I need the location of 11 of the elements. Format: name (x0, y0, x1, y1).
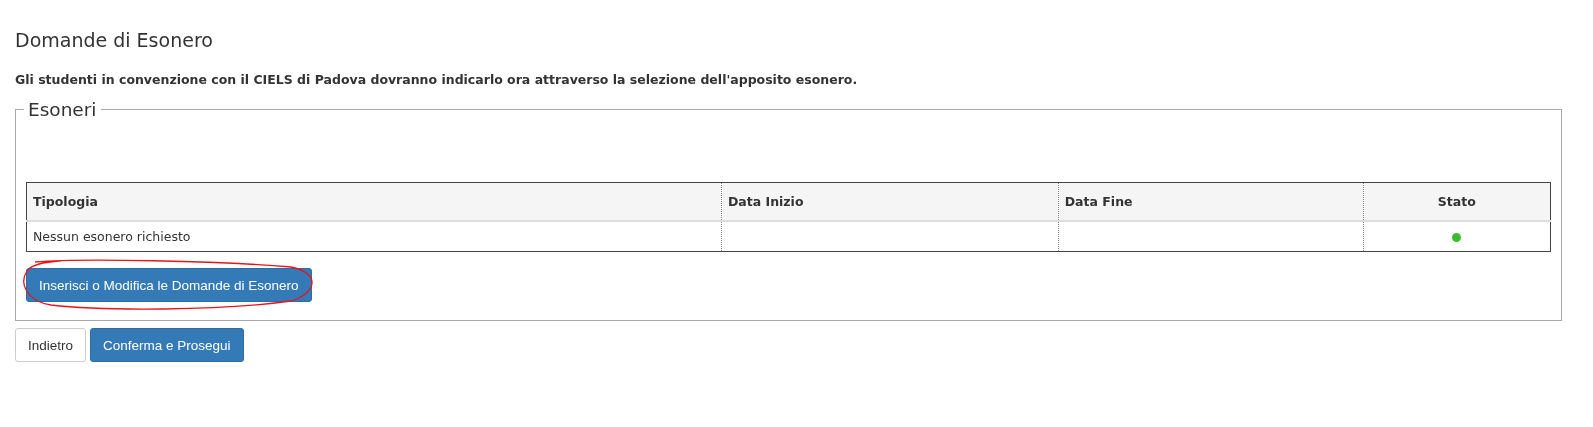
column-header: Data Fine (1058, 182, 1364, 221)
table-cell: Nessun esonero richiesto (26, 221, 722, 252)
column-header: Tipologia (26, 182, 722, 221)
back-button[interactable]: Indietro (15, 328, 87, 362)
edit-exemptions-button[interactable]: Inserisci o Modifica le Domande di Esonero (26, 268, 312, 302)
notice-text: Gli studenti in convenzione con il CIELS di Padova dovranno indicarlo ora attraverso la selezione dell'apposito esonero. (15, 72, 859, 87)
page-title: Domande di Esonero (15, 28, 214, 53)
confirm-button[interactable]: Conferma e Prosegui (90, 328, 244, 362)
column-header: Data Inizio (721, 182, 1059, 221)
column-header: Stato (1363, 182, 1551, 221)
fieldset-legend: Esoneri (24, 99, 101, 120)
